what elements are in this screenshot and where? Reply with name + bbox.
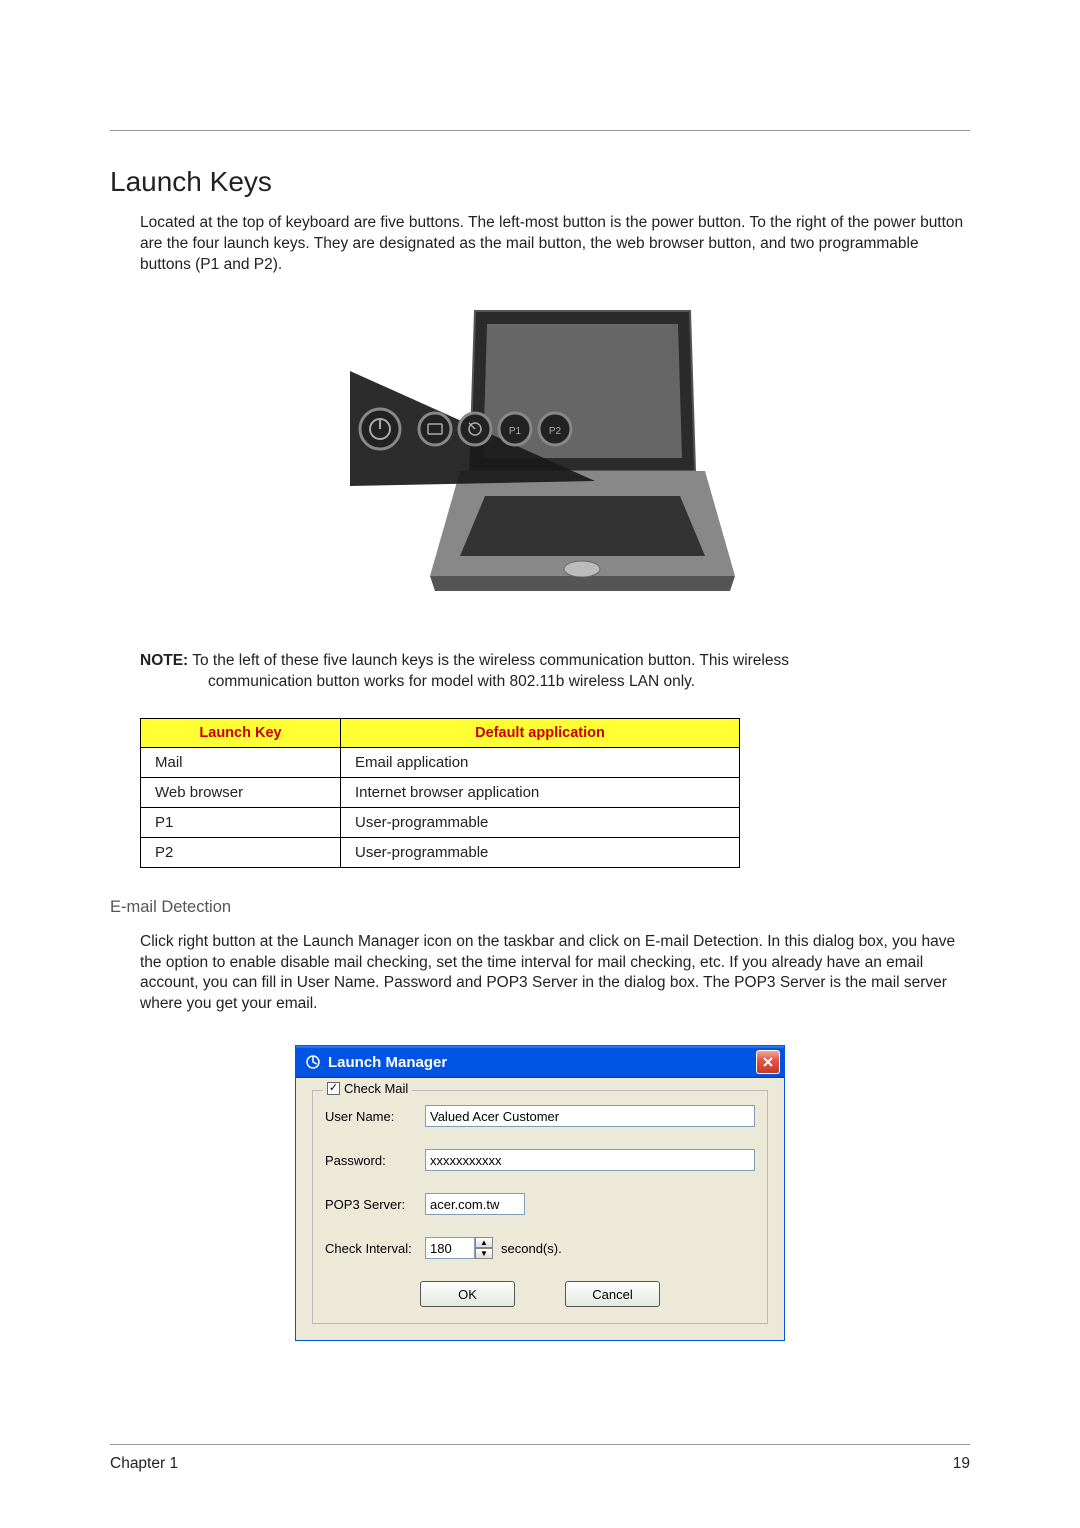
username-label: User Name: [325, 1109, 425, 1124]
check-mail-checkbox[interactable]: ✓ [327, 1082, 340, 1095]
pop3-label: POP3 Server: [325, 1197, 425, 1212]
svg-text:P1: P1 [509, 426, 522, 437]
check-mail-label: Check Mail [344, 1081, 408, 1096]
subsection-paragraph: Click right button at the Launch Manager… [140, 932, 970, 1016]
interval-label: Check Interval: [325, 1241, 425, 1256]
interval-input[interactable] [425, 1237, 475, 1259]
interval-unit: second(s). [501, 1241, 562, 1256]
subsection-heading: E-mail Detection [110, 898, 970, 917]
footer-page: 19 [953, 1455, 970, 1473]
launch-key-table: Launch Key Default application Mail Emai… [140, 718, 740, 868]
password-input[interactable] [425, 1149, 755, 1171]
pop3-input[interactable] [425, 1193, 525, 1215]
table-row: P2 User-programmable [141, 837, 740, 867]
check-mail-groupbox: ✓ Check Mail User Name: Password: POP3 S… [312, 1090, 768, 1324]
note-line1: To the left of these five launch keys is… [188, 652, 789, 669]
password-label: Password: [325, 1153, 425, 1168]
note-line2: communication button works for model wit… [140, 672, 970, 693]
spinner-down-icon[interactable]: ▼ [475, 1248, 493, 1259]
app-icon [304, 1053, 322, 1071]
close-icon[interactable] [756, 1050, 780, 1074]
dialog-titlebar[interactable]: Launch Manager [296, 1046, 784, 1078]
footer-rule [110, 1444, 970, 1445]
username-input[interactable] [425, 1105, 755, 1127]
intro-paragraph: Located at the top of keyboard are five … [140, 213, 970, 276]
cancel-button[interactable]: Cancel [565, 1281, 660, 1307]
footer-chapter: Chapter 1 [110, 1455, 178, 1473]
table-row: Mail Email application [141, 747, 740, 777]
table-header-key: Launch Key [141, 718, 341, 747]
section-heading: Launch Keys [110, 166, 970, 198]
laptop-launch-keys-figure: P1 P2 [335, 296, 745, 631]
table-row: P1 User-programmable [141, 807, 740, 837]
svg-text:P2: P2 [549, 426, 562, 437]
ok-button[interactable]: OK [420, 1281, 515, 1307]
note-label: NOTE: [140, 652, 188, 669]
launch-manager-dialog: Launch Manager ✓ Check Mail User Name: [295, 1045, 785, 1341]
table-row: Web browser Internet browser application [141, 777, 740, 807]
header-rule [110, 130, 970, 131]
dialog-title: Launch Manager [328, 1054, 756, 1071]
note-block: NOTE: To the left of these five launch k… [140, 651, 970, 693]
table-header-app: Default application [341, 718, 740, 747]
spinner-up-icon[interactable]: ▲ [475, 1237, 493, 1248]
